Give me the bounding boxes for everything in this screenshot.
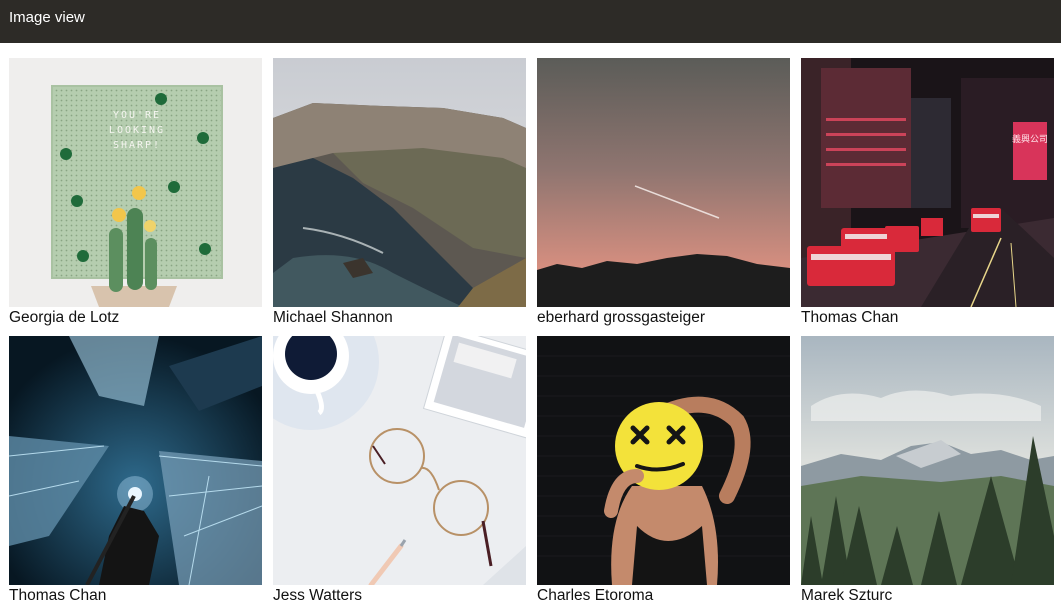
coastal-cliffs-image[interactable]	[273, 58, 526, 307]
glasses-coffee-desk-image[interactable]	[273, 336, 526, 585]
image-tile[interactable]: Thomas Chan	[9, 336, 262, 614]
image-tile[interactable]: YOU'RE LOOKING SHARP! Georgia de Lotz	[9, 58, 262, 336]
svg-text:YOU'RE: YOU'RE	[113, 110, 161, 121]
image-tile[interactable]: Marek Szturc	[801, 336, 1054, 614]
author-caption: Charles Etoroma	[537, 587, 654, 604]
svg-text:LOOKING: LOOKING	[109, 125, 165, 136]
mountain-forest-image[interactable]	[801, 336, 1054, 585]
letter-board-cactus-image[interactable]: YOU'RE LOOKING SHARP!	[9, 58, 262, 307]
author-caption: Georgia de Lotz	[9, 309, 120, 326]
neon-sign-text: 義興公司	[1012, 133, 1048, 145]
image-tile[interactable]: eberhard grossgasteiger	[537, 58, 790, 336]
image-grid: YOU'RE LOOKING SHARP! Georgia de Lotz Mi…	[9, 58, 1054, 614]
dusk-sky-contrail-image[interactable]	[537, 58, 790, 307]
author-caption: Marek Szturc	[801, 587, 893, 604]
neon-street-buses-image[interactable]: 義興公司	[801, 58, 1054, 307]
image-tile[interactable]: Michael Shannon	[273, 58, 526, 336]
author-caption: Thomas Chan	[9, 587, 107, 604]
skyscrapers-night-image[interactable]	[9, 336, 262, 585]
image-tile[interactable]: Charles Etoroma	[537, 336, 790, 614]
image-tile[interactable]: Jess Watters	[273, 336, 526, 614]
author-caption: Jess Watters	[273, 587, 362, 604]
image-tile[interactable]: 義興公司 Thomas Chan	[801, 58, 1054, 336]
smiley-face-mask-image[interactable]	[537, 336, 790, 585]
app-title: Image view	[9, 9, 85, 26]
author-caption: Thomas Chan	[801, 309, 899, 326]
svg-text:SHARP!: SHARP!	[113, 140, 161, 151]
author-caption: eberhard grossgasteiger	[537, 309, 706, 326]
app-bar: Image view	[0, 0, 1061, 43]
author-caption: Michael Shannon	[273, 309, 393, 326]
